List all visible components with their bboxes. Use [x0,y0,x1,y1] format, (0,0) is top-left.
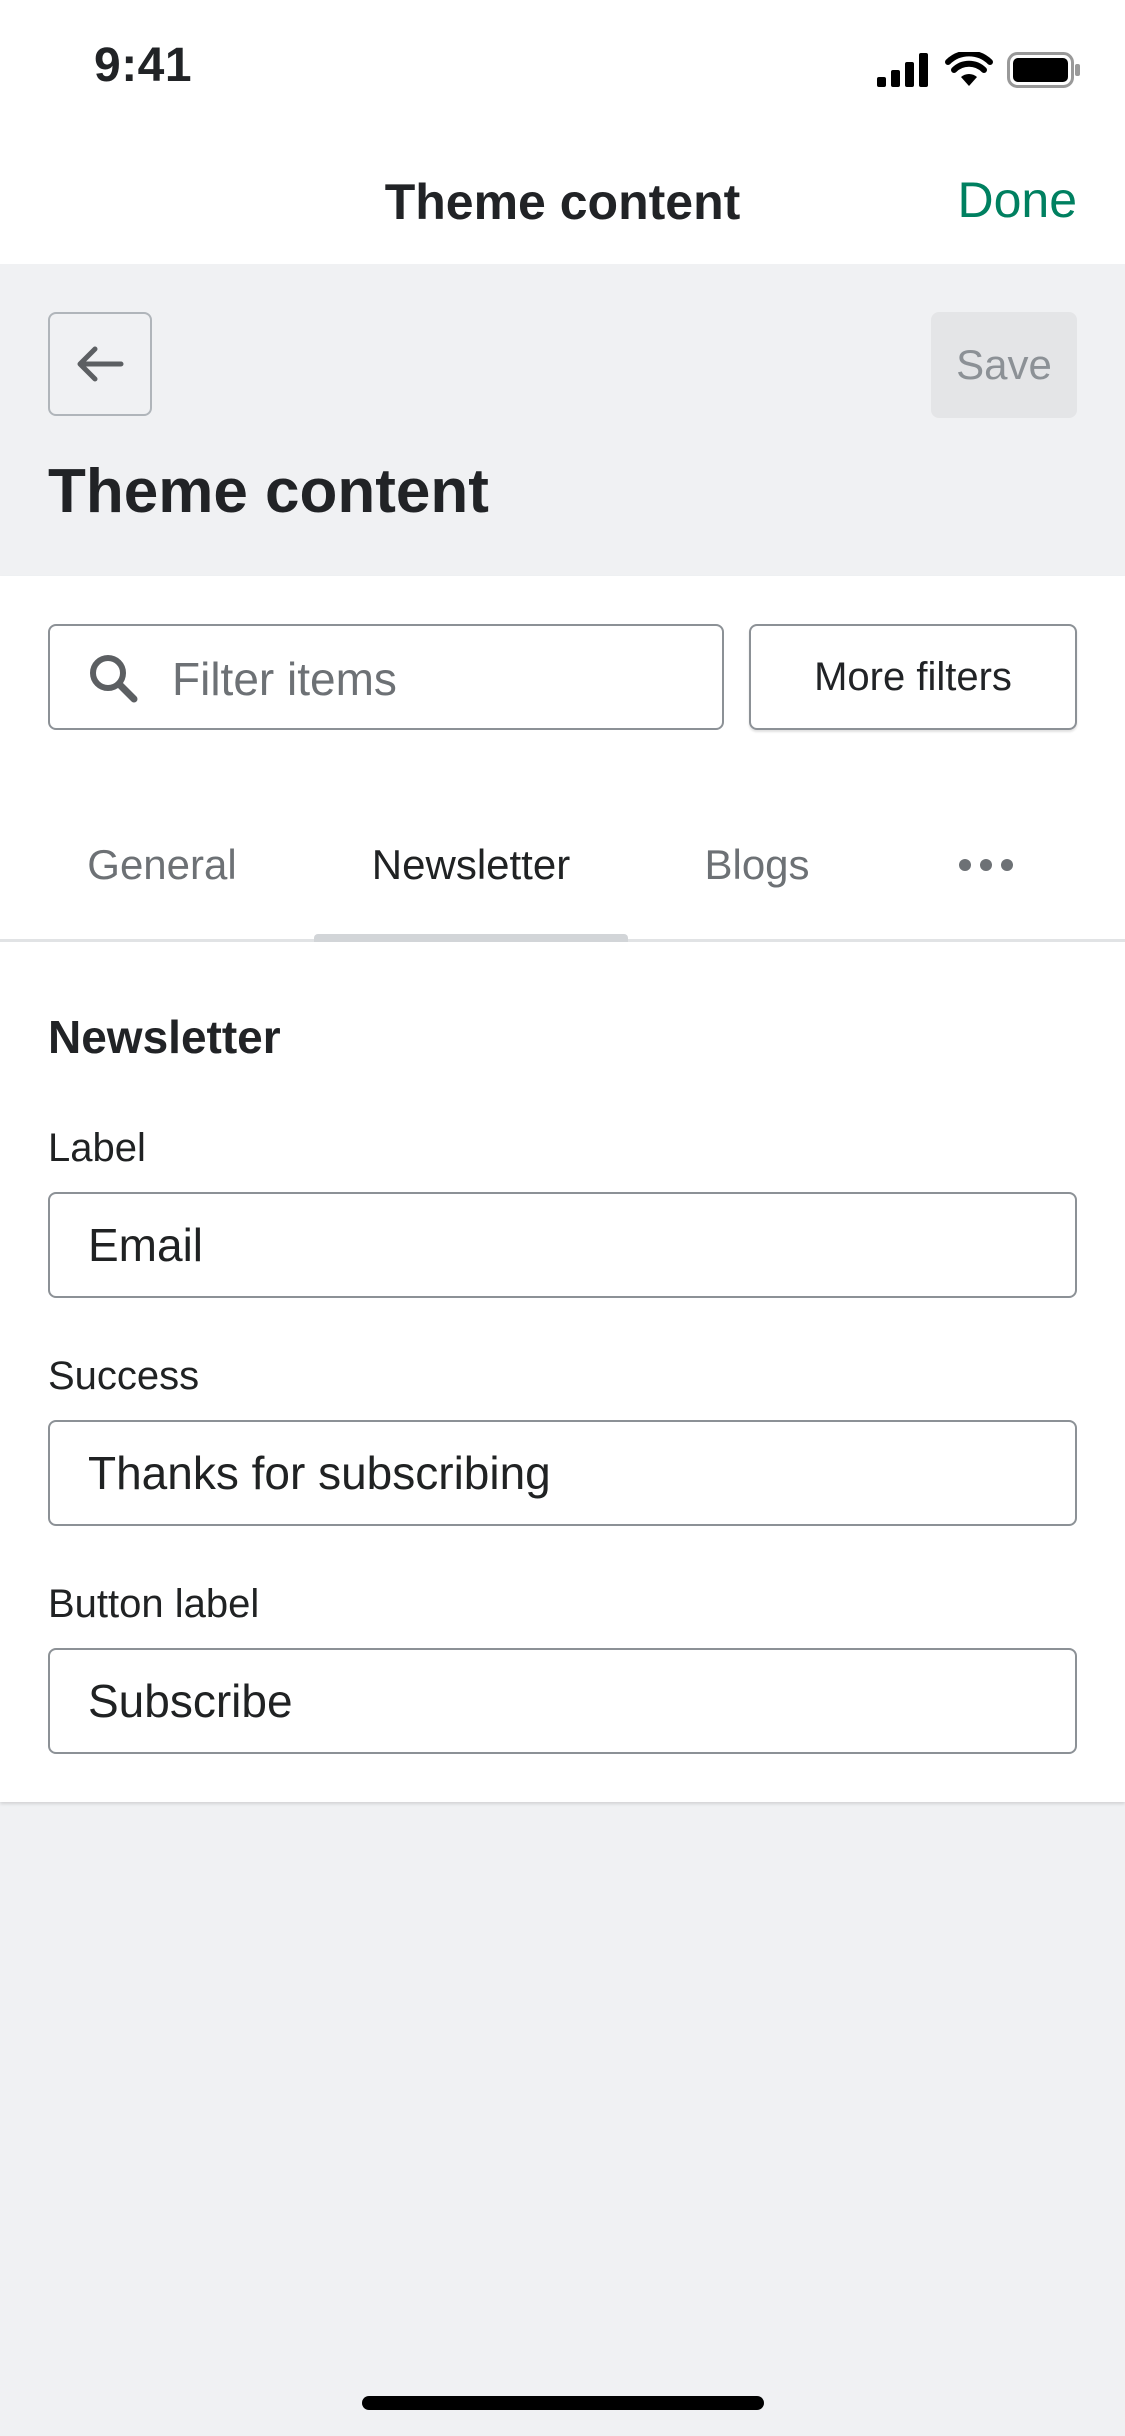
section-title: Newsletter [48,1011,281,1063]
content-card: Filter items More filters General Newsle… [0,576,1125,1802]
back-button[interactable] [48,312,152,416]
active-tab-indicator [314,934,628,942]
field-label-button-label: Button label [48,1582,260,1626]
label-input[interactable]: Email [48,1192,1077,1298]
done-button[interactable]: Done [957,171,1077,229]
field-label-success: Success [48,1354,200,1398]
status-time: 9:41 [94,39,193,92]
more-filters-button[interactable]: More filters [749,624,1077,730]
success-input[interactable]: Thanks for subscribing [48,1420,1077,1526]
search-icon [90,655,138,703]
cellular-signal-icon [877,53,928,87]
status-icons [877,52,1081,88]
save-button[interactable]: Save [931,312,1077,418]
tab-general[interactable]: General [48,790,276,939]
home-indicator [362,2396,764,2410]
nav-bar: Theme content Done [0,135,1125,264]
button-label-input[interactable]: Subscribe [48,1648,1077,1754]
more-horizontal-icon [959,858,1013,871]
field-label-label: Label [48,1126,146,1170]
wifi-icon [945,52,993,86]
page-title: Theme content [48,457,489,526]
page-header: Save Theme content [0,264,1125,576]
tab-newsletter[interactable]: Newsletter [314,790,628,939]
tabs-overflow-button[interactable] [940,790,1032,939]
battery-icon [1007,52,1080,88]
tab-blogs[interactable]: Blogs [668,790,846,939]
arrow-left-icon [77,346,124,382]
filter-search-input[interactable]: Filter items [48,624,724,730]
status-bar: 9:41 [0,0,1125,135]
search-placeholder: Filter items [172,653,397,705]
nav-title: Theme content [384,174,741,230]
tab-bar: General Newsletter Blogs [0,790,1125,942]
